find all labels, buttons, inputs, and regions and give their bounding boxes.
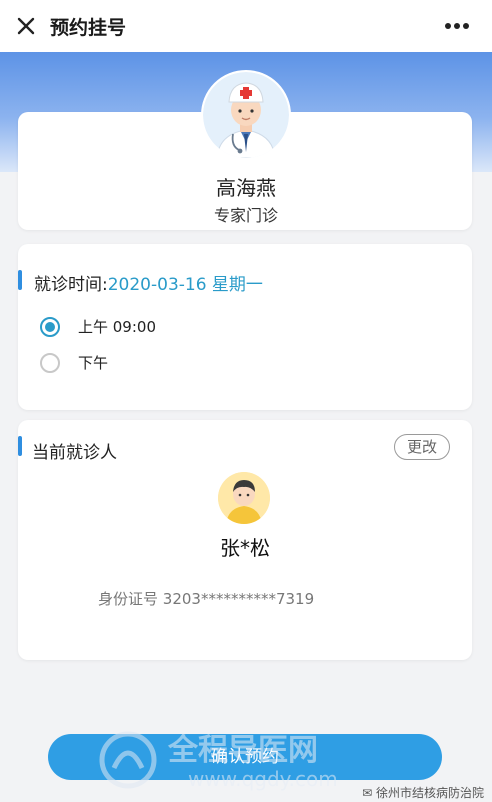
more-button[interactable] <box>442 14 472 38</box>
doctor-name: 高海燕 <box>216 176 276 200</box>
schedule-card: 就诊时间:2020-03-16 星期一 上午 09:00 下午 <box>18 244 472 410</box>
schedule-date: 2020-03-16 星期一 <box>107 275 263 295</box>
id-label: 身份证号 <box>98 590 159 608</box>
confirm-appointment-button[interactable]: 确认预约 <box>48 734 442 780</box>
patient-id-row: 身份证号 3203**********7319 <box>98 588 314 609</box>
patient-section-title: 当前就诊人 <box>32 443 117 463</box>
schedule-label-row: 就诊时间:2020-03-16 星期一 <box>34 270 263 295</box>
section-marker <box>18 270 22 290</box>
section-marker <box>18 436 22 456</box>
radio-checked-icon[interactable] <box>40 316 60 337</box>
patient-card: 当前就诊人 更改 张*松 身份证号 3203**********7319 <box>18 420 472 660</box>
schedule-label: 就诊时间: <box>34 275 108 295</box>
patient-avatar <box>218 472 270 524</box>
page-title: 预约挂号 <box>50 17 127 39</box>
time-option-label: 上午 09:00 <box>78 318 156 336</box>
radio-unchecked-icon[interactable] <box>40 352 60 373</box>
time-option-morning[interactable]: 上午 09:00 <box>40 316 156 337</box>
id-value: 3203**********7319 <box>162 590 315 608</box>
clinic-type: 专家门诊 <box>213 206 278 225</box>
doctor-avatar <box>201 70 291 160</box>
top-bar: 预约挂号 <box>0 0 492 52</box>
wechat-icon: ✉ <box>362 786 376 800</box>
change-patient-button[interactable]: 更改 <box>394 434 450 460</box>
source-label: 徐州市结核病防治院 <box>375 786 484 800</box>
close-icon <box>17 17 35 35</box>
patient-name: 张*松 <box>220 536 270 560</box>
source-note: ✉ 徐州市结核病防治院 <box>362 784 484 801</box>
close-button[interactable] <box>12 12 40 40</box>
doctor-avatar-icon <box>203 72 289 158</box>
time-option-label: 下午 <box>78 354 109 372</box>
more-dots-icon <box>445 23 469 29</box>
time-option-afternoon[interactable]: 下午 <box>40 352 108 373</box>
user-avatar-icon <box>218 472 270 524</box>
